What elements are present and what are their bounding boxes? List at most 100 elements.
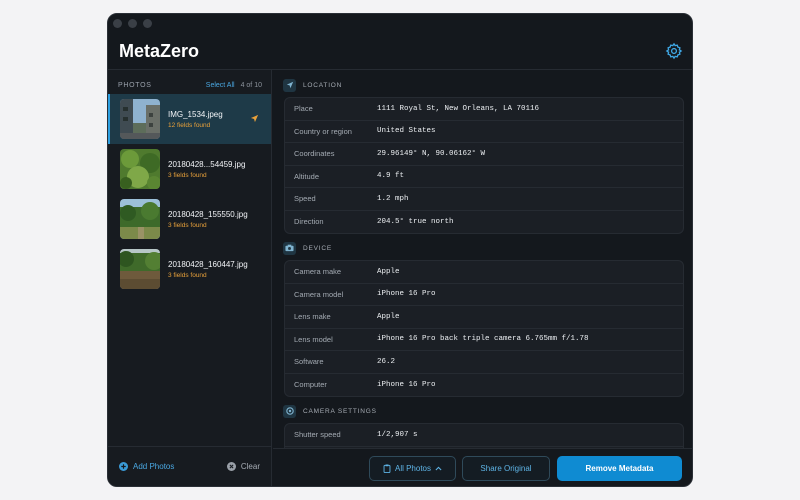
camera-icon [285,244,294,252]
clear-label: Clear [240,462,260,471]
field-key: Place [294,104,313,114]
field-value: 1/2,907 s [377,430,418,439]
photo-item[interactable]: 20180428_160447.jpg 3 fields found [108,244,271,294]
metadata-row: Coordinates 29.96149° N, 90.06162° W [285,143,683,166]
metadata-row: Place 1111 Royal St, New Orleans, LA 7011… [285,98,683,121]
section-icon [283,404,296,418]
photo-thumbnail [120,99,160,139]
add-photos-label: Add Photos [133,462,175,471]
section-title: LOCATION [303,81,343,89]
field-key: Software [294,357,324,367]
add-photos-button[interactable]: Add Photos [119,462,174,471]
share-original-label: Share Original [480,464,532,473]
field-value: iPhone 16 Pro [377,380,436,389]
section-header-location: LOCATION [283,78,342,92]
field-key: Camera model [294,289,344,299]
metadata-row: Software 26.2 [285,351,683,374]
photo-name: 20180428_160447.jpg [168,259,248,269]
chevron-up-icon [435,466,442,471]
field-key: Altitude [294,171,320,181]
zoom-window-button[interactable] [143,19,152,28]
sidebar-header: PHOTOS Select All 4 of 10 [118,78,262,92]
section-header-device: DEVICE [283,241,332,255]
fields-found: 3 fields found [168,221,207,229]
metadata-row: Lens model iPhone 16 Pro back triple came… [285,329,683,351]
sidebar-title: PHOTOS [118,81,152,89]
fields-found: 12 fields found [168,121,211,129]
app-window: MetaZero PHOTOS Select All 4 of 10 IMG_1… [107,13,693,487]
fields-found: 3 fields found [168,171,207,179]
photo-list: IMG_1534.jpeg 12 fields found 20180428..… [108,94,271,294]
sidebar-footer: Add Photos Clear [108,446,271,486]
selection-count: 4 of 10 [240,81,262,89]
minimize-window-button[interactable] [128,19,137,28]
location-card: Place 1111 Royal St, New Orleans, LA 7011… [284,97,684,234]
metadata-panel[interactable]: LOCATION Place 1111 Royal St, New Orleans… [273,70,692,448]
app-title: MetaZero [119,41,200,61]
x-circle-icon [226,462,236,471]
scope-dropdown-button[interactable]: All Photos [369,456,456,481]
action-bar: All Photos Share Original Remove Metadat… [273,448,692,486]
photo-thumbnail [120,199,160,239]
field-key: Speed [294,194,316,204]
settings-button[interactable] [665,42,683,60]
metadata-row: Altitude 4.9 ft [285,166,683,188]
field-value: iPhone 16 Pro back triple camera 6.765mm… [377,335,589,344]
close-window-button[interactable] [113,19,122,28]
photo-name: IMG_1534.jpeg [168,109,223,119]
field-value: United States [377,127,436,136]
field-key: Camera make [294,267,342,277]
plus-circle-icon [119,462,128,471]
scope-label: All Photos [394,464,432,473]
clear-button[interactable]: Clear [226,462,260,471]
metadata-row: Country or region United States [285,121,683,143]
field-value: 26.2 [377,357,396,366]
field-key: Lens make [294,312,331,322]
photo-name: 20180428...54459.jpg [168,159,246,169]
photo-item[interactable]: 20180428...54459.jpg 3 fields found [108,144,271,194]
photo-meta: 20180428_160447.jpg 3 fields found [168,260,248,279]
camera-settings-card: Shutter speed 1/2,907 s [284,423,684,448]
photo-thumbnail [120,149,160,189]
device-card: Camera make Apple Camera model iPhone 16 P… [284,260,684,397]
field-value: 29.96149° N, 90.06162° W [377,149,486,158]
section-title: CAMERA SETTINGS [303,407,377,415]
section-icon [283,241,296,255]
remove-metadata-button[interactable]: Remove Metadata [557,456,682,481]
location-arrow-icon [286,81,293,89]
remove-metadata-label: Remove Metadata [585,464,654,473]
field-value: Apple [377,312,400,321]
field-value: 204.5° true north [377,217,454,226]
field-key: Lens model [294,334,333,344]
metadata-row: Lens make Apple [285,306,683,329]
metadata-row: Computer iPhone 16 Pro [285,374,683,397]
field-key: Coordinates [294,149,335,159]
field-value: 1.2 mph [377,194,409,203]
selection-indicator [108,94,110,144]
photo-thumbnail [120,249,160,289]
photo-item[interactable]: IMG_1534.jpeg 12 fields found [108,94,271,144]
fields-found: 3 fields found [168,271,207,279]
photo-meta: 20180428...54459.jpg 3 fields found [168,160,245,179]
metadata-row: Camera model iPhone 16 Pro [285,284,683,306]
photo-item[interactable]: 20180428_155550.jpg 3 fields found [108,194,271,244]
field-value: Apple [377,267,400,276]
window-controls [113,19,152,28]
aperture-icon [285,407,294,415]
photo-name: 20180428_155550.jpg [168,209,248,219]
section-icon [283,78,296,92]
field-value: 4.9 ft [377,172,405,181]
field-value: iPhone 16 Pro [377,290,436,299]
metadata-row: Shutter speed 1/2,907 s [285,424,683,447]
metadata-row: Direction 204.5° true north [285,211,683,234]
clipboard-icon [383,464,391,473]
field-value: 1111 Royal St, New Orleans, LA 70116 [377,104,540,113]
section-header-camera-settings: CAMERA SETTINGS [283,404,377,418]
field-key: Country or region [294,126,352,136]
select-all-link[interactable]: Select All [206,82,235,89]
metadata-row: Speed 1.2 mph [285,188,683,211]
section-title: DEVICE [303,244,333,252]
photo-sidebar: PHOTOS Select All 4 of 10 IMG_1534.jpeg … [108,70,272,486]
field-key: Computer [294,380,327,390]
share-original-button[interactable]: Share Original [462,456,550,481]
